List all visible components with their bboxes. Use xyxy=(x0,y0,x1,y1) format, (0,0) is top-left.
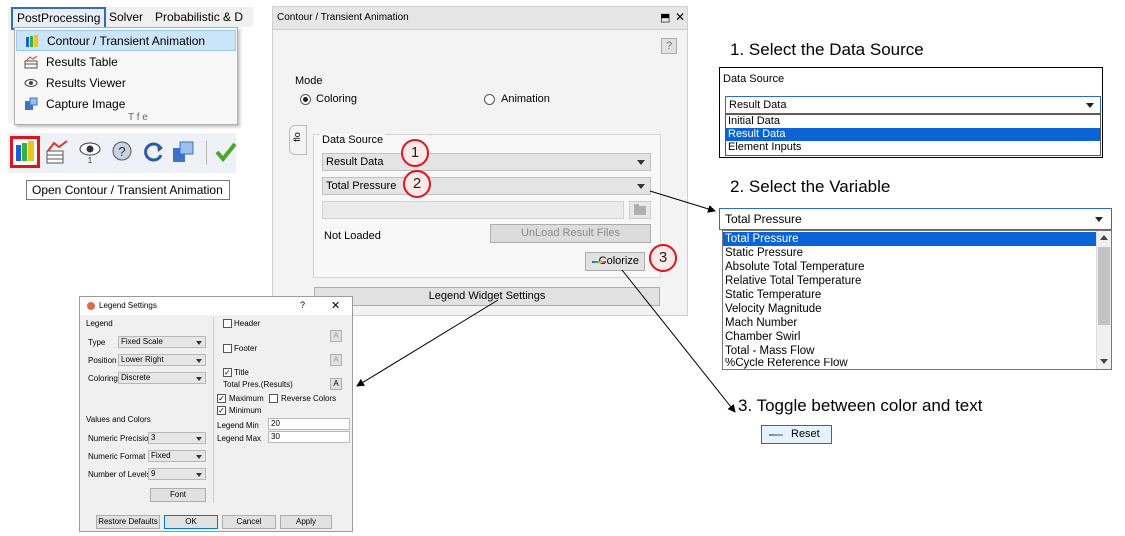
variable-example-value: Total Pressure xyxy=(725,212,802,226)
data-source-options-list: Initial Data Result Data Element Inputs xyxy=(725,114,1101,156)
chevron-down-icon xyxy=(1086,103,1094,108)
data-source-option[interactable]: Initial Data xyxy=(726,115,1100,128)
data-source-example-label: Data Source xyxy=(723,73,785,85)
variable-option[interactable]: Chamber Swirl xyxy=(723,330,1099,344)
reset-label: Reset xyxy=(791,428,820,440)
arrow-to-variable xyxy=(649,190,716,213)
data-source-example-value: Result Data xyxy=(729,99,787,111)
color-bar-icon xyxy=(769,434,783,436)
variable-option[interactable]: Velocity Magnitude xyxy=(723,302,1099,316)
data-source-example-combo[interactable]: Result Data xyxy=(725,96,1101,114)
variable-example: Total Pressure Total Pressure Static Pre… xyxy=(719,208,1112,370)
variable-option-selected[interactable]: Total Pressure xyxy=(723,232,1099,246)
scrollbar-thumb[interactable] xyxy=(1098,247,1110,325)
variable-option[interactable]: Absolute Total Temperature xyxy=(723,260,1099,274)
reset-button[interactable]: Reset xyxy=(761,425,832,444)
variable-option[interactable]: Total - Mass Flow xyxy=(723,344,1099,358)
step-3-text: 3. Toggle between color and text xyxy=(738,396,983,415)
variable-example-combo[interactable]: Total Pressure xyxy=(719,208,1112,230)
chevron-up-icon[interactable] xyxy=(1100,235,1108,240)
variable-option[interactable]: %Cycle Reference Flow xyxy=(723,358,1099,369)
arrow-to-legend xyxy=(356,299,499,387)
variable-option[interactable]: Mach Number xyxy=(723,316,1099,330)
step-2-text: 2. Select the Variable xyxy=(730,177,891,196)
step-1-text: 1. Select the Data Source xyxy=(730,40,924,59)
data-source-option-selected[interactable]: Result Data xyxy=(726,128,1100,141)
chevron-down-icon xyxy=(1095,217,1103,222)
data-source-example: Data Source Result Data Initial Data Res… xyxy=(719,67,1103,158)
data-source-option[interactable]: Element Inputs xyxy=(726,141,1100,154)
variable-option[interactable]: Static Temperature xyxy=(723,288,1099,302)
variable-options-list: Total Pressure Static Pressure Absolute … xyxy=(722,230,1112,370)
scrollbar[interactable] xyxy=(1096,231,1111,369)
chevron-down-icon[interactable] xyxy=(1100,359,1108,364)
variable-option[interactable]: Relative Total Temperature xyxy=(723,274,1099,288)
variable-option[interactable]: Static Pressure xyxy=(723,246,1099,260)
